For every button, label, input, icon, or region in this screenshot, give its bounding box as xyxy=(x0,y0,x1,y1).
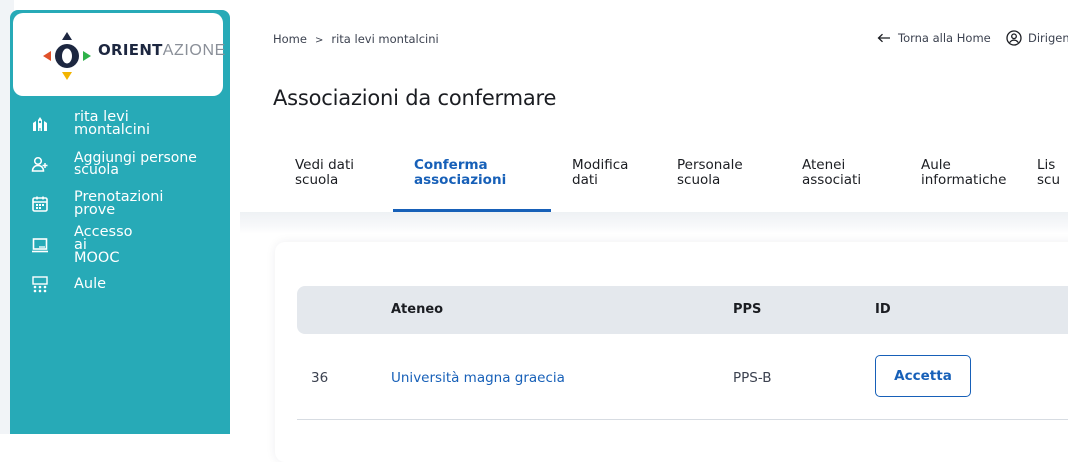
logo[interactable]: ORIENTAZIONE xyxy=(13,13,226,96)
breadcrumb-home[interactable]: Home xyxy=(273,32,307,46)
row-number: 36 xyxy=(311,370,329,386)
sidebar-item-label: Aggiungi persone scuola xyxy=(74,150,197,178)
tab-lista-scuola[interactable]: Lis scu xyxy=(1037,158,1060,188)
sidebar-item-label: rita levi montalcini xyxy=(74,109,151,138)
tab-vedi-dati-scuola[interactable]: Vedi dati scuola xyxy=(295,158,354,188)
column-header-id: ID xyxy=(875,302,891,317)
add-user-icon xyxy=(31,155,49,173)
tab-bar: Vedi dati scuola Conferma associazioni Mod… xyxy=(273,148,1068,212)
back-home-label: Torna alla Home xyxy=(898,31,991,45)
breadcrumb-current: rita levi montalcini xyxy=(331,32,439,46)
sidebar: ORIENTAZIONE rita levi montalcini Aggiun… xyxy=(10,10,230,434)
breadcrumb: Home > rita levi montalcini xyxy=(273,32,439,46)
sidebar-item-label: Prenotazioni prove xyxy=(74,189,164,218)
active-tab-indicator xyxy=(393,209,551,212)
sidebar-item-label: Accesso ai MOOC xyxy=(74,223,133,266)
ateneo-link[interactable]: Università magna graecia xyxy=(391,370,565,386)
column-header-pps: PPS xyxy=(733,302,762,317)
calendar-icon xyxy=(31,195,49,213)
tab-personale-scuola[interactable]: Personale scuola xyxy=(677,158,743,188)
tab-aule-informatiche[interactable]: Aule informatiche xyxy=(921,158,1006,188)
accept-button[interactable]: Accetta xyxy=(875,355,971,397)
arrow-left-icon xyxy=(877,33,890,43)
orientazione-logo-icon xyxy=(43,32,91,80)
tab-modifica-dati[interactable]: Modifica dati xyxy=(572,158,628,188)
user-menu[interactable]: Dirigen xyxy=(1006,30,1068,46)
logo-text: ORIENTAZIONE xyxy=(98,41,226,59)
tabbar-shadow xyxy=(240,212,1068,234)
page-title: Associazioni da confermare xyxy=(273,86,557,110)
tab-atenei-associati[interactable]: Atenei associati xyxy=(802,158,861,188)
user-name: Dirigen xyxy=(1028,31,1068,45)
breadcrumb-separator: > xyxy=(314,35,324,46)
column-header-ateneo: Ateneo xyxy=(391,302,444,317)
sidebar-item-label: Aule xyxy=(74,275,107,292)
row-divider xyxy=(297,419,1068,420)
tab-conferma-associazioni[interactable]: Conferma associazioni xyxy=(414,158,506,188)
classroom-icon xyxy=(31,275,49,293)
pps-value: PPS-B xyxy=(733,370,772,386)
user-icon xyxy=(1006,30,1022,46)
school-icon xyxy=(31,115,49,133)
associations-card xyxy=(275,242,1068,462)
back-home-link[interactable]: Torna alla Home xyxy=(877,31,991,45)
laptop-icon xyxy=(31,236,49,254)
